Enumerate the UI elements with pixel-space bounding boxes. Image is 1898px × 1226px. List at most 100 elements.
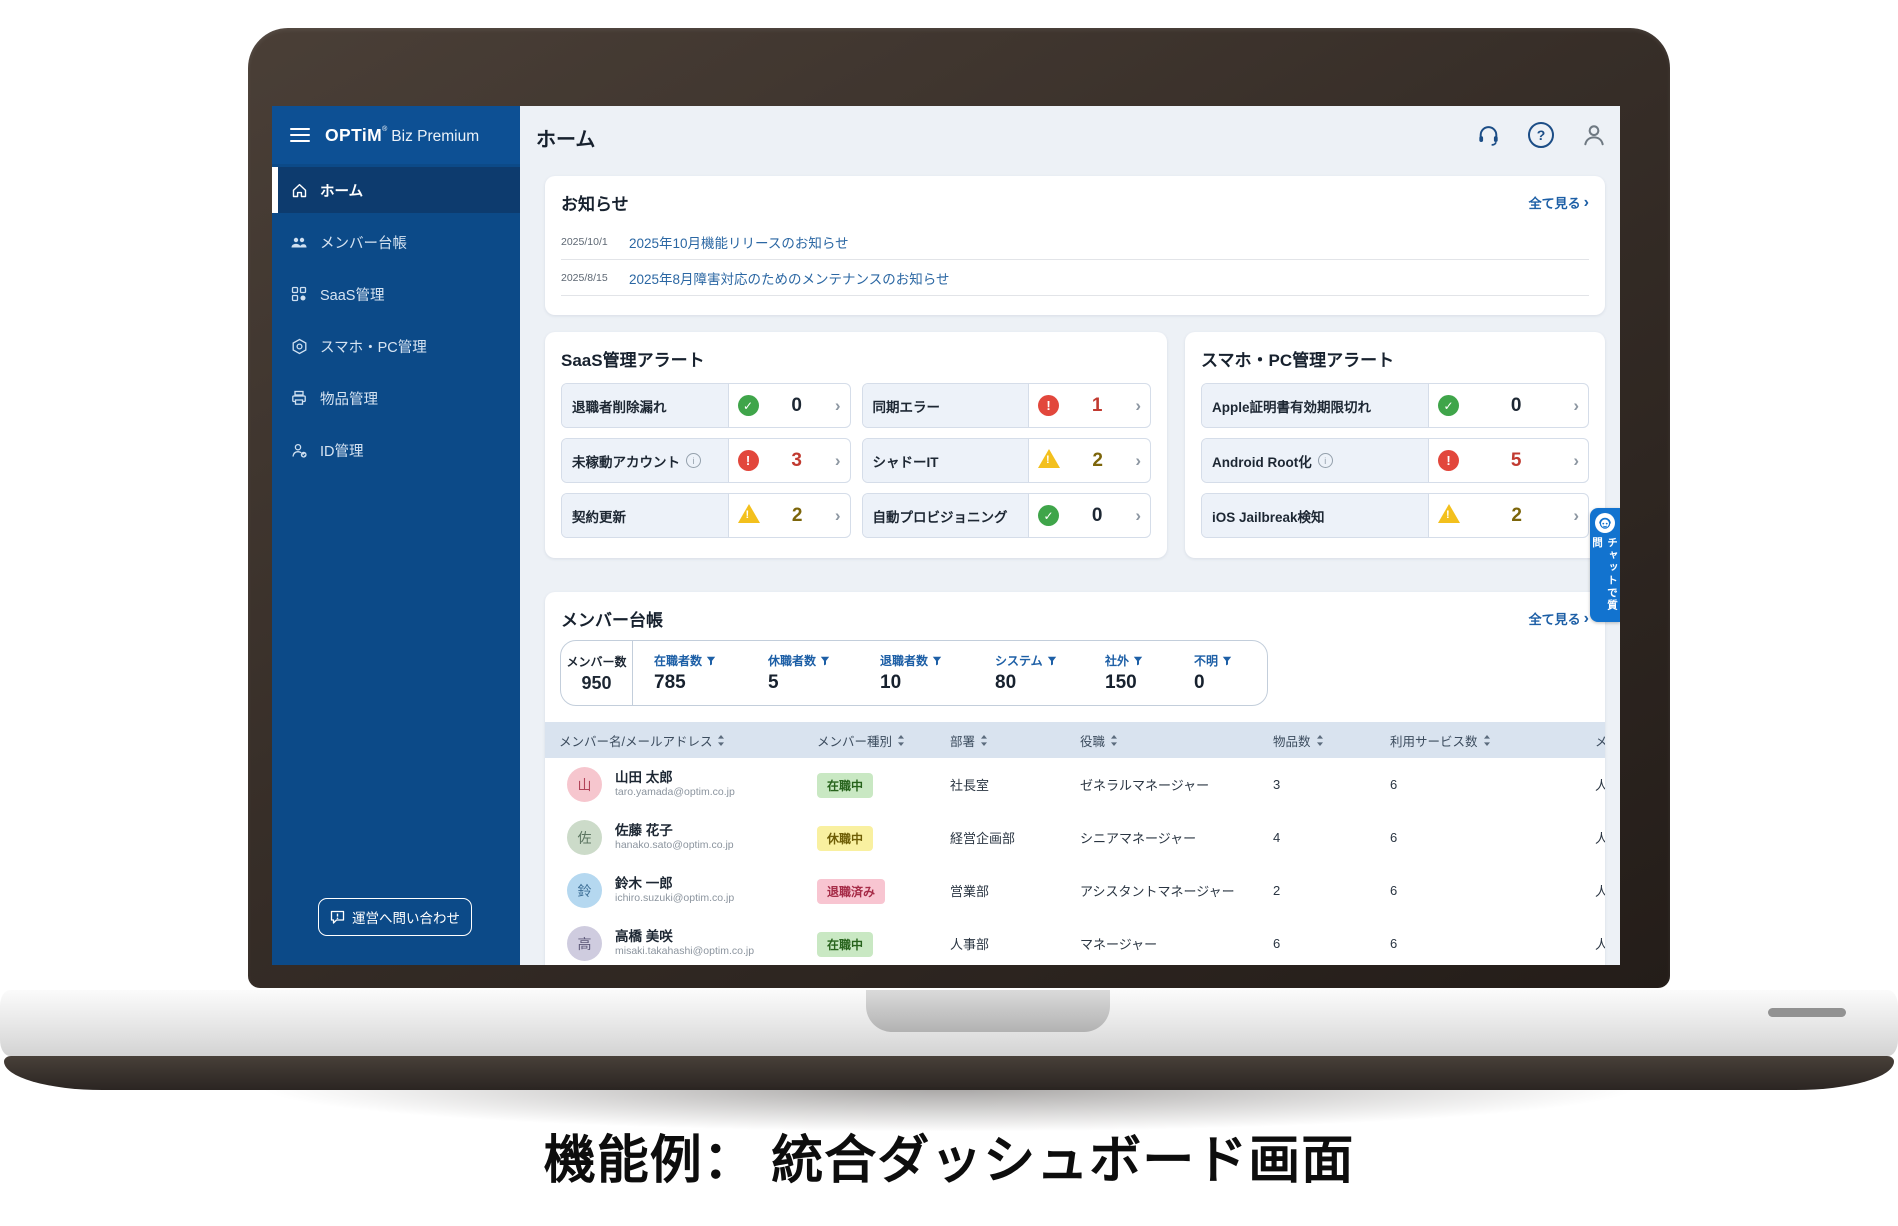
- contact-support-button[interactable]: 運営へ問い合わせ: [318, 898, 472, 936]
- laptop-notch: [866, 990, 1110, 1032]
- sidebar-item-label: メンバー台帳: [320, 232, 407, 253]
- sidebar-item-saas[interactable]: SaaS管理: [272, 271, 520, 317]
- filter-unknown-members[interactable]: 不明 0: [1194, 641, 1232, 705]
- sidebar-item-label: 物品管理: [320, 388, 378, 409]
- filter-icon: [932, 656, 942, 666]
- device-alerts-panel: スマホ・PC管理アラート Apple証明書有効期限切れ 0› Android R…: [1185, 332, 1605, 558]
- member-row[interactable]: 鈴 鈴木 一郎 ichiro.suzuki@optim.co.jp 退職済み 営…: [545, 864, 1605, 918]
- registered-mark: ®: [382, 126, 387, 133]
- sidebar-item-home[interactable]: ホーム: [272, 167, 520, 213]
- saas-alerts-panel: SaaS管理アラート 退職者削除漏れ 0› 同期エラー 1› 未稼動アカウント …: [545, 332, 1167, 558]
- filter-icon: [1222, 656, 1232, 666]
- filter-on-leave-members[interactable]: 休職者数 5: [768, 641, 830, 705]
- account-icon[interactable]: [1581, 122, 1607, 148]
- alert-count: 5: [1459, 450, 1573, 472]
- column-header-services[interactable]: 利用サービス数: [1390, 722, 1491, 758]
- alert-card-auto-provisioning[interactable]: 自動プロビジョニング 0›: [862, 493, 1152, 538]
- sidebar-nav: ホーム メンバー台帳 SaaS管理 スマホ・PC管理 物品管理: [272, 167, 520, 479]
- alert-card-contract-renewal[interactable]: 契約更新 2›: [561, 493, 851, 538]
- member-role: マネージャー: [1080, 917, 1157, 965]
- members-summary-bar: メンバー数 950 在職者数 785 休職者数 5 退職者数 10 システム: [560, 640, 1268, 706]
- column-header-name[interactable]: メンバー名/メールアドレス: [559, 722, 725, 758]
- alert-card-inactive-accounts[interactable]: 未稼動アカウント 3›: [561, 438, 851, 483]
- help-icon[interactable]: ?: [1528, 122, 1554, 148]
- people-icon: [290, 233, 308, 251]
- notice-item: 2025/8/15 2025年8月障害対応のためのメンテナンスのお知らせ: [561, 260, 1589, 296]
- notice-link[interactable]: 2025年8月障害対応のためのメンテナンスのお知らせ: [629, 268, 950, 288]
- status-ok-icon: [738, 395, 759, 416]
- members-table-header: メンバー名/メールアドレス メンバー種別 部署 役職 物品数 利用サービス数 メ: [545, 722, 1605, 758]
- filter-retired-members[interactable]: 退職者数 10: [880, 641, 942, 705]
- chevron-right-icon: ›: [1584, 611, 1589, 627]
- alert-card-ios-jailbreak[interactable]: iOS Jailbreak検知 2›: [1201, 493, 1589, 538]
- member-role: シニアマネージャー: [1080, 811, 1196, 864]
- hamburger-menu-icon[interactable]: [290, 128, 310, 142]
- sidebar-item-device[interactable]: スマホ・PC管理: [272, 323, 520, 369]
- sidebar-item-assets[interactable]: 物品管理: [272, 375, 520, 421]
- alert-count: 2: [760, 505, 835, 527]
- column-header-partial: メ: [1595, 722, 1605, 758]
- chevron-right-icon: ›: [1135, 507, 1141, 524]
- column-header-role[interactable]: 役職: [1080, 722, 1118, 758]
- sort-icon: [717, 734, 725, 747]
- notice-item: 2025/10/1 2025年10月機能リリースのお知らせ: [561, 224, 1589, 260]
- sort-icon: [1316, 734, 1324, 747]
- chevron-right-icon: ›: [1573, 397, 1579, 414]
- home-icon: [290, 181, 308, 199]
- status-warning-icon: [738, 504, 760, 523]
- member-partial-cell: 人: [1595, 811, 1605, 864]
- support-headset-icon[interactable]: [1475, 122, 1501, 148]
- alert-card-shadow-it[interactable]: シャドーIT 2›: [862, 438, 1152, 483]
- chevron-right-icon: ›: [835, 507, 841, 524]
- chat-tab-label: チャットで質問: [1590, 537, 1620, 622]
- chevron-right-icon: ›: [1573, 452, 1579, 469]
- filter-system-members[interactable]: システム 80: [995, 641, 1057, 705]
- member-email: hanako.sato@optim.co.jp: [615, 839, 734, 851]
- info-icon: [686, 453, 701, 468]
- sidebar-item-id[interactable]: ID管理: [272, 427, 520, 473]
- topbar-icons: ?: [1475, 122, 1607, 148]
- status-error-icon: [1438, 450, 1459, 471]
- status-badge: 退職済み: [817, 879, 885, 904]
- filter-icon: [820, 656, 830, 666]
- status-warning-icon: [1438, 504, 1460, 523]
- alert-card-deleted-leavers[interactable]: 退職者削除漏れ 0›: [561, 383, 851, 428]
- chevron-right-icon: ›: [835, 397, 841, 414]
- alert-count: 2: [1460, 505, 1573, 527]
- column-header-dept[interactable]: 部署: [950, 722, 988, 758]
- laptop-bezel: OPTiM®Biz Premium ホーム メンバー台帳 SaaS管理 スマホ: [248, 28, 1670, 988]
- page-title: ホーム: [536, 123, 595, 152]
- status-badge: 休職中: [817, 826, 873, 851]
- alert-card-sync-error[interactable]: 同期エラー 1›: [862, 383, 1152, 428]
- info-icon: [1318, 453, 1333, 468]
- chat-support-tab[interactable]: チャットで質問: [1590, 508, 1620, 622]
- members-view-all-link[interactable]: 全て見る›: [1529, 609, 1589, 628]
- alert-count: 0: [1459, 395, 1573, 417]
- column-header-items[interactable]: 物品数: [1273, 722, 1324, 758]
- filter-external-members[interactable]: 社外 150: [1105, 641, 1143, 705]
- printer-icon: [290, 389, 308, 407]
- member-dept: 人事部: [950, 917, 989, 965]
- alert-card-android-root[interactable]: Android Root化 5›: [1201, 438, 1589, 483]
- notice-link[interactable]: 2025年10月機能リリースのお知らせ: [629, 232, 849, 252]
- member-role: ゼネラルマネージャー: [1080, 758, 1209, 811]
- member-email: ichiro.suzuki@optim.co.jp: [615, 892, 734, 904]
- hexagon-shield-icon: [290, 337, 308, 355]
- sidebar-item-members[interactable]: メンバー台帳: [272, 219, 520, 265]
- notices-title: お知らせ: [561, 190, 629, 215]
- notices-view-all-link[interactable]: 全て見る›: [1529, 193, 1589, 212]
- filter-active-members[interactable]: 在職者数 785: [654, 641, 716, 705]
- alert-count: 1: [1059, 395, 1135, 417]
- logo-brand: OPTiM: [325, 125, 382, 145]
- column-header-type[interactable]: メンバー種別: [817, 722, 905, 758]
- sidebar-item-label: スマホ・PC管理: [320, 336, 427, 357]
- alert-card-apple-cert[interactable]: Apple証明書有効期限切れ 0›: [1201, 383, 1589, 428]
- laptop-base-dash: [1768, 1008, 1846, 1017]
- member-row[interactable]: 佐 佐藤 花子 hanako.sato@optim.co.jp 休職中 経営企画…: [545, 811, 1605, 865]
- member-dept: 営業部: [950, 864, 989, 917]
- member-row[interactable]: 山 山田 太郎 taro.yamada@optim.co.jp 在職中 社長室 …: [545, 758, 1605, 812]
- member-row[interactable]: 高 高橋 美咲 misaki.takahashi@optim.co.jp 在職中…: [545, 917, 1605, 965]
- app-window: OPTiM®Biz Premium ホーム メンバー台帳 SaaS管理 スマホ: [272, 106, 1620, 965]
- status-ok-icon: [1438, 395, 1459, 416]
- image-caption: 機能例： 統合ダッシュボード画面: [0, 1118, 1898, 1193]
